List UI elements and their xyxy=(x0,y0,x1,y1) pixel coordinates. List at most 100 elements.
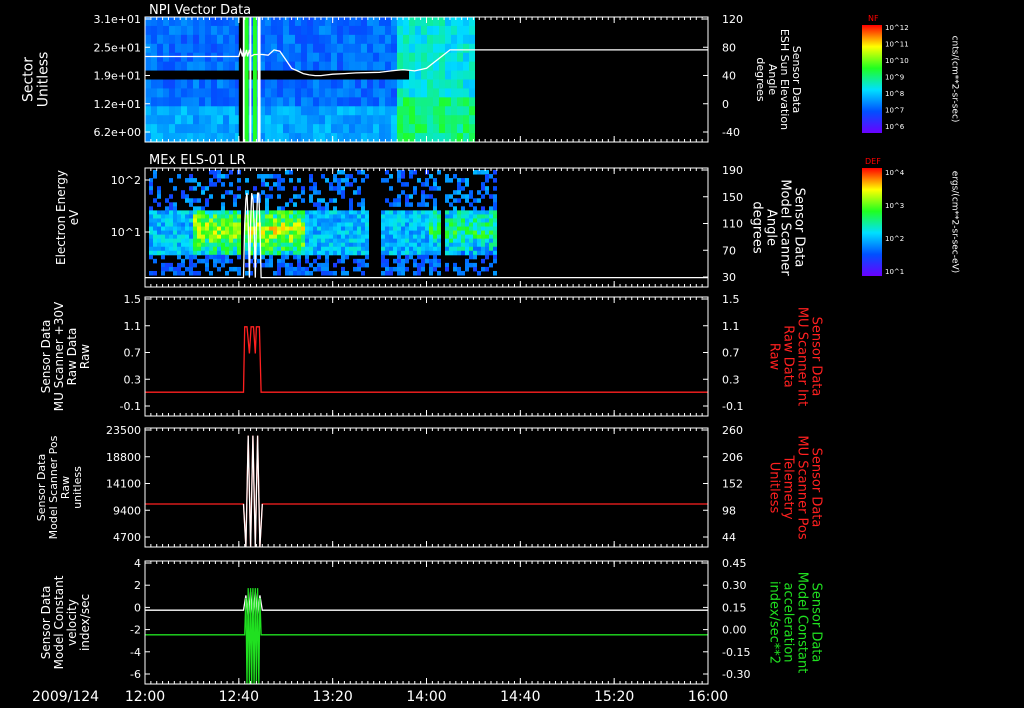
els-cell xyxy=(289,262,293,268)
els-cell xyxy=(333,230,337,236)
npi-cell xyxy=(277,106,283,116)
els-cell xyxy=(225,238,229,244)
els-cell xyxy=(177,254,181,260)
npi-cell xyxy=(223,61,229,72)
npi-cell xyxy=(181,52,187,63)
els-cell xyxy=(353,230,357,236)
els-cell xyxy=(325,242,329,248)
npi-cell xyxy=(229,17,235,27)
els-cell xyxy=(353,234,357,240)
npi-cell xyxy=(313,133,319,143)
npi-cell xyxy=(355,61,361,72)
els-cell xyxy=(209,234,213,240)
els-cell xyxy=(357,214,361,219)
npi-cell xyxy=(211,17,217,27)
els-cell xyxy=(293,202,297,207)
els-cell xyxy=(161,238,165,244)
npi-cell xyxy=(199,34,205,45)
els-cell xyxy=(385,270,389,276)
els-cell xyxy=(405,214,409,219)
els-cell xyxy=(477,250,481,256)
npi-cell xyxy=(181,79,187,89)
els-cell xyxy=(321,250,325,256)
els-cell xyxy=(193,262,197,268)
npi-gap-cell xyxy=(205,70,211,80)
els-cell xyxy=(317,266,321,272)
npi-cell xyxy=(145,88,151,98)
npi-cell xyxy=(331,17,337,27)
els-cell xyxy=(189,210,193,215)
els-cell xyxy=(281,178,285,183)
els-cell xyxy=(189,174,193,179)
npi-cell xyxy=(427,52,433,63)
els-cell xyxy=(181,250,185,256)
els-cell xyxy=(473,246,477,252)
els-cell xyxy=(213,218,217,223)
els-cell xyxy=(265,238,269,244)
els-cell xyxy=(301,198,305,203)
els-cell xyxy=(165,266,169,272)
els-cell xyxy=(389,222,393,228)
els-cell xyxy=(173,266,177,272)
npi-cell xyxy=(403,115,409,125)
els-cell xyxy=(301,230,305,236)
els-cell xyxy=(437,218,441,223)
els-cell xyxy=(285,218,289,223)
els-cell xyxy=(421,202,425,207)
els-cell xyxy=(265,258,269,264)
els-cell xyxy=(225,190,229,195)
els-cell xyxy=(253,186,257,191)
els-cell xyxy=(409,214,413,219)
els-cell xyxy=(429,262,433,268)
npi-cell xyxy=(355,52,361,63)
els-cell xyxy=(429,194,433,199)
npi-cell xyxy=(313,52,319,63)
npi-cell xyxy=(469,17,475,27)
npi-cell xyxy=(457,43,463,54)
els-cell xyxy=(285,250,289,256)
els-cell xyxy=(357,238,361,244)
els-cell xyxy=(229,210,233,215)
npi-cell xyxy=(295,115,301,125)
els-cell xyxy=(385,210,389,215)
scanner30v-ylabel: Sensor Data MU Scanner +30V Raw Data Raw xyxy=(39,301,92,411)
els-cell xyxy=(161,234,165,240)
npi-cell xyxy=(301,34,307,45)
npi-cell xyxy=(409,70,415,80)
npi-cell xyxy=(403,25,409,36)
els-cell xyxy=(389,234,393,240)
npi-cell xyxy=(211,133,217,143)
npi-cell xyxy=(433,79,439,89)
els-cell xyxy=(381,238,385,244)
els-cell xyxy=(393,258,397,264)
els-cell xyxy=(417,226,421,232)
els-cell xyxy=(265,206,269,211)
npi-cell xyxy=(403,124,409,134)
els-cell xyxy=(169,210,173,215)
els-cell xyxy=(217,242,221,248)
els-cell xyxy=(221,258,225,264)
els-cell xyxy=(413,190,417,195)
els-cell xyxy=(401,250,405,256)
npi-cell xyxy=(289,52,295,63)
npi-cell xyxy=(157,97,163,107)
els-cell xyxy=(417,250,421,256)
els-cell xyxy=(353,242,357,248)
npi-cell xyxy=(367,115,373,125)
npi-cell xyxy=(151,88,157,98)
els-cell xyxy=(289,210,293,215)
els-cell xyxy=(385,198,389,203)
els-cell xyxy=(433,214,437,219)
els-cell xyxy=(409,254,413,260)
els-cell xyxy=(177,266,181,272)
els-cell xyxy=(149,242,153,248)
els-cell xyxy=(465,226,469,232)
npi-cell xyxy=(337,52,343,63)
els-cell xyxy=(189,214,193,219)
npi-cell xyxy=(439,25,445,36)
els-cell xyxy=(357,210,361,215)
npi-cell xyxy=(217,133,223,143)
els-cell xyxy=(485,234,489,240)
els-cell xyxy=(325,222,329,228)
npi-cell xyxy=(379,43,385,54)
